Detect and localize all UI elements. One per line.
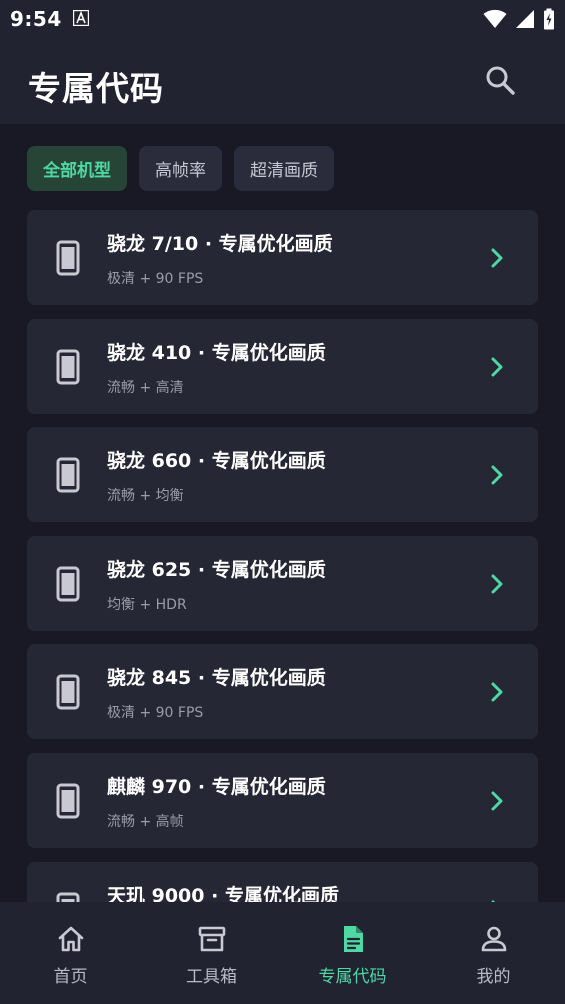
wifi-icon bbox=[483, 9, 507, 33]
filter-chips: 全部机型 高帧率 超清画质 bbox=[27, 146, 334, 191]
item-subtitle: 流畅 + 高帧 bbox=[107, 814, 184, 830]
signal-icon bbox=[515, 9, 535, 33]
item-title: 骁龙 7/10 · 专属优化画质 bbox=[107, 233, 333, 255]
archive-icon bbox=[197, 924, 227, 954]
item-title: 骁龙 845 · 专属优化画质 bbox=[107, 667, 326, 689]
nav-label: 工具箱 bbox=[186, 967, 237, 987]
notification-a-icon bbox=[72, 9, 90, 27]
chevron-right-icon bbox=[489, 247, 505, 269]
chevron-right-icon bbox=[489, 573, 505, 595]
list-item[interactable]: 骁龙 7/10 · 专属优化画质 极清 + 90 FPS bbox=[27, 210, 538, 305]
app-screen: 9:54 专属代码 全部机型 高帧率 超清画质 骁龙 7/10 · 专属优化画质… bbox=[0, 0, 565, 1004]
phone-icon bbox=[56, 349, 80, 385]
list-item[interactable]: 麒麟 970 · 专属优化画质 流畅 + 高帧 bbox=[27, 753, 538, 848]
filter-chip-ultra-hd[interactable]: 超清画质 bbox=[234, 146, 334, 191]
bottom-navigation: 首页 工具箱 专属代码 我的 bbox=[0, 902, 565, 1004]
battery-icon bbox=[543, 8, 555, 34]
status-bar: 9:54 bbox=[0, 0, 565, 38]
nav-label: 专属代码 bbox=[318, 967, 387, 987]
phone-icon bbox=[56, 566, 80, 602]
list-item[interactable]: 骁龙 625 · 专属优化画质 均衡 + HDR bbox=[27, 536, 538, 631]
item-subtitle: 极清 + 90 FPS bbox=[107, 705, 204, 721]
item-subtitle: 均衡 + HDR bbox=[107, 597, 187, 613]
page-title: 专属代码 bbox=[28, 69, 164, 108]
phone-icon bbox=[56, 240, 80, 276]
person-icon bbox=[479, 924, 509, 954]
nav-item-exclusive-code[interactable]: 专属代码 bbox=[282, 902, 423, 1004]
item-subtitle: 流畅 + 均衡 bbox=[107, 488, 184, 504]
chevron-right-icon bbox=[489, 356, 505, 378]
home-icon bbox=[56, 924, 86, 954]
item-title: 骁龙 625 · 专属优化画质 bbox=[107, 559, 326, 581]
document-icon bbox=[338, 924, 368, 954]
list-item[interactable]: 骁龙 660 · 专属优化画质 流畅 + 均衡 bbox=[27, 427, 538, 522]
nav-item-home[interactable]: 首页 bbox=[0, 902, 141, 1004]
nav-label: 我的 bbox=[476, 967, 511, 987]
search-button[interactable] bbox=[480, 60, 520, 100]
item-title: 骁龙 410 · 专属优化画质 bbox=[107, 342, 326, 364]
phone-icon bbox=[56, 457, 80, 493]
chevron-right-icon bbox=[489, 464, 505, 486]
list-item[interactable]: 骁龙 845 · 专属优化画质 极清 + 90 FPS bbox=[27, 644, 538, 739]
chevron-right-icon bbox=[489, 790, 505, 812]
filter-chip-all-models[interactable]: 全部机型 bbox=[27, 146, 127, 191]
chevron-right-icon bbox=[489, 681, 505, 703]
phone-icon bbox=[56, 674, 80, 710]
nav-item-me[interactable]: 我的 bbox=[423, 902, 564, 1004]
nav-label: 首页 bbox=[53, 967, 88, 987]
search-icon bbox=[486, 66, 515, 95]
status-icons bbox=[483, 8, 555, 34]
filter-chip-high-fps[interactable]: 高帧率 bbox=[139, 146, 222, 191]
list-item[interactable]: 骁龙 410 · 专属优化画质 流畅 + 高清 bbox=[27, 319, 538, 414]
item-subtitle: 极清 + 90 FPS bbox=[107, 271, 204, 287]
item-subtitle: 流畅 + 高清 bbox=[107, 380, 184, 396]
status-time: 9:54 bbox=[10, 7, 62, 31]
nav-item-toolbox[interactable]: 工具箱 bbox=[141, 902, 282, 1004]
top-app-bar: 9:54 专属代码 bbox=[0, 0, 565, 124]
item-title: 骁龙 660 · 专属优化画质 bbox=[107, 450, 326, 472]
item-title: 麒麟 970 · 专属优化画质 bbox=[107, 776, 326, 798]
phone-icon bbox=[56, 783, 80, 819]
